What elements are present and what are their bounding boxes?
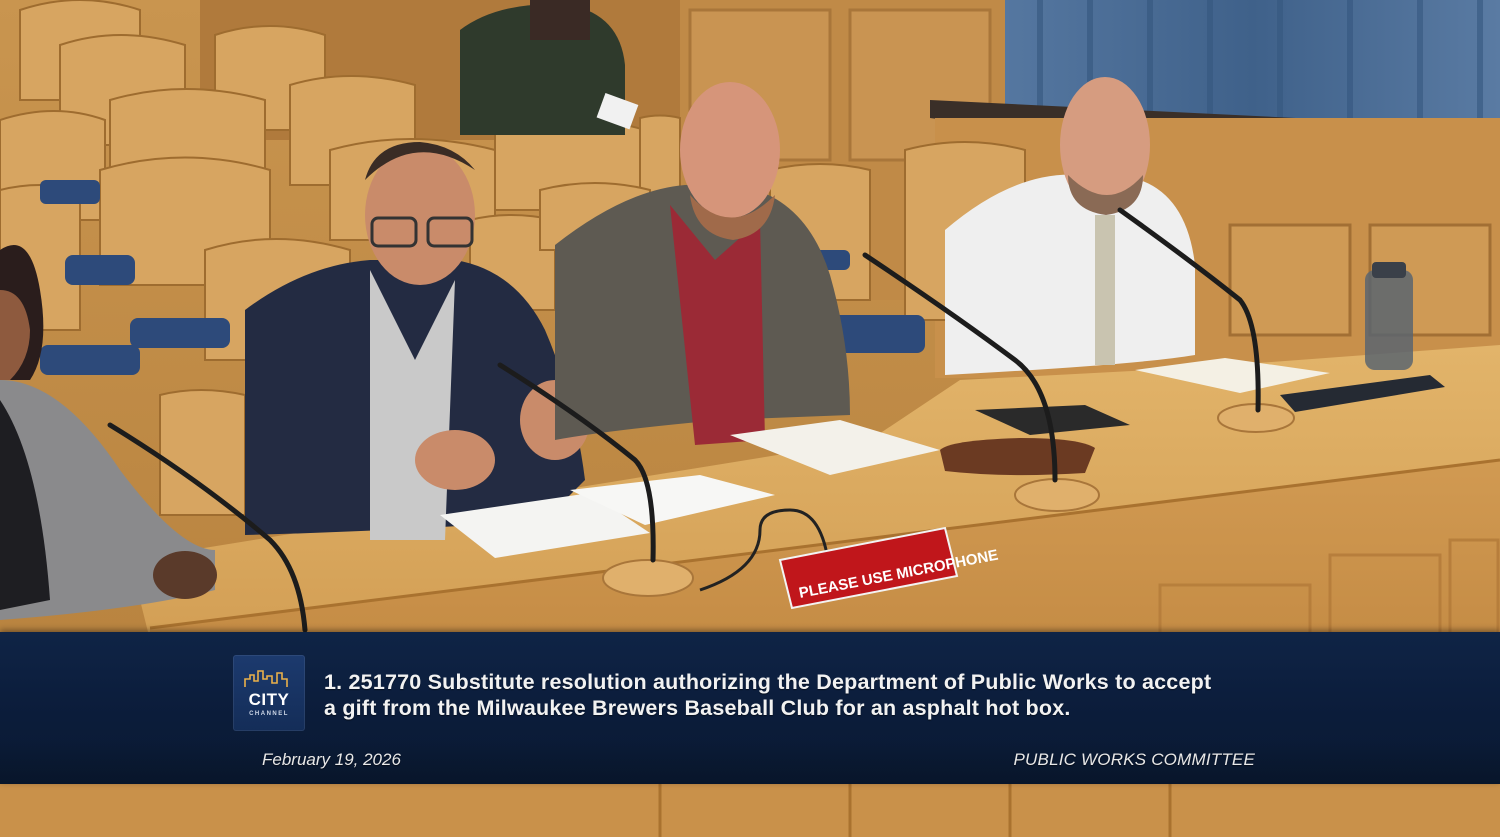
logo-city-text: CITY (248, 690, 290, 709)
agenda-item-line-2: a gift from the Milwaukee Brewers Baseba… (324, 696, 1071, 720)
city-channel-logo: CITY CHANNEL (233, 655, 305, 731)
agenda-item-text: 1. 251770 Substitute resolution authoriz… (324, 669, 1324, 721)
skyline-icon (244, 670, 288, 687)
committee-name: PUBLIC WORKS COMMITTEE (1013, 750, 1255, 769)
meeting-date: February 19, 2026 (262, 750, 401, 769)
logo-channel-text: CHANNEL (249, 711, 289, 717)
agenda-item-line-1: 1. 251770 Substitute resolution authoriz… (324, 670, 1212, 694)
video-frame: PLEASE USE MICROPHONE CITY CHANNEL 1. 25… (0, 0, 1500, 837)
